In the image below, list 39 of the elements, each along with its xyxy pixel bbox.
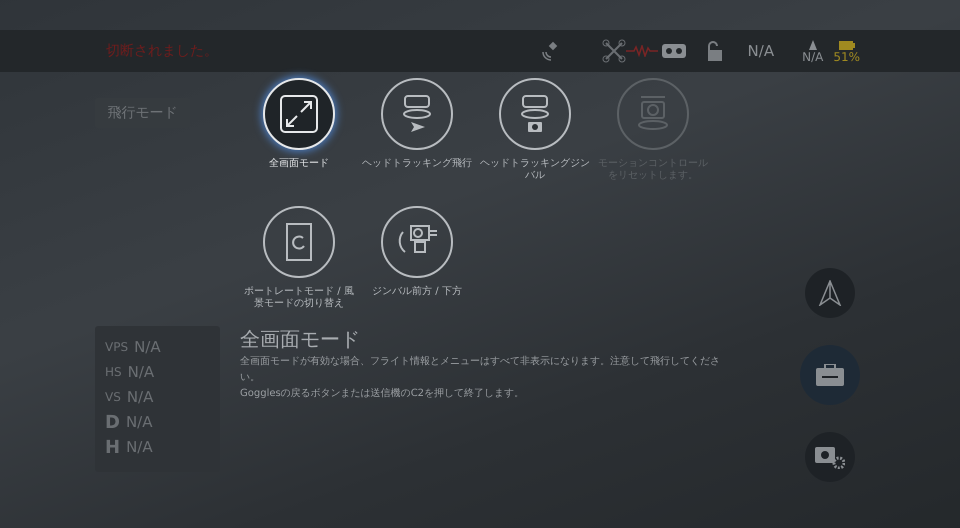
signal-wave-icon bbox=[626, 45, 658, 57]
unlock-icon bbox=[706, 41, 722, 61]
mode-label: ポートレートモード / 風景モードの切り替え bbox=[243, 286, 355, 310]
telemetry-value: N/A bbox=[134, 336, 161, 358]
altitude-icon bbox=[806, 38, 819, 50]
altitude-value: N/A bbox=[802, 50, 824, 64]
battery-icon bbox=[838, 38, 855, 50]
telemetry-label: H bbox=[105, 436, 120, 460]
mode-button[interactable] bbox=[381, 78, 453, 150]
telemetry-value: N/A bbox=[126, 412, 152, 433]
side-button[interactable] bbox=[805, 432, 855, 482]
side-button[interactable] bbox=[805, 268, 855, 318]
mode-button[interactable] bbox=[263, 206, 335, 278]
status-message: 切断されました。 bbox=[106, 42, 218, 60]
mode-label: ヘッドトラッキングジンバル bbox=[479, 158, 591, 182]
signal-value: N/A bbox=[748, 40, 774, 62]
camera-gear-icon bbox=[815, 445, 845, 469]
mode-label: 全画面モード bbox=[268, 158, 330, 170]
description-text: 全画面モードが有効な場合、フライト情報とメニューはすべて非表示になります。注意して飛行してください。 bbox=[240, 354, 720, 385]
mode-button[interactable] bbox=[381, 206, 453, 278]
mode-button[interactable] bbox=[499, 78, 571, 150]
mode-label: ジンバル前方 / 下方 bbox=[371, 286, 463, 298]
expand-icon bbox=[279, 94, 319, 134]
telemetry-label: HS bbox=[105, 364, 122, 381]
telemetry-value: N/A bbox=[126, 386, 154, 408]
drone-icon bbox=[602, 39, 626, 63]
paper-plane-icon bbox=[818, 280, 842, 306]
mode-label: ヘッドトラッキング飛行 bbox=[361, 158, 473, 170]
telemetry-value: N/A bbox=[128, 362, 154, 383]
description-text: Gogglesの戻るボタンまたは送信機のC2を押して終了します。 bbox=[240, 386, 526, 401]
telemetry-label: D bbox=[105, 410, 120, 434]
description-title: 全画面モード bbox=[240, 326, 361, 353]
goggles-icon bbox=[662, 43, 686, 59]
telemetry-value: N/A bbox=[126, 436, 153, 458]
telemetry-label: VPS bbox=[105, 339, 128, 356]
telemetry-label: VS bbox=[105, 389, 121, 406]
battery-value: 51% bbox=[833, 50, 860, 64]
toolbox-icon bbox=[816, 364, 844, 386]
phone-rotate-icon bbox=[285, 222, 313, 262]
